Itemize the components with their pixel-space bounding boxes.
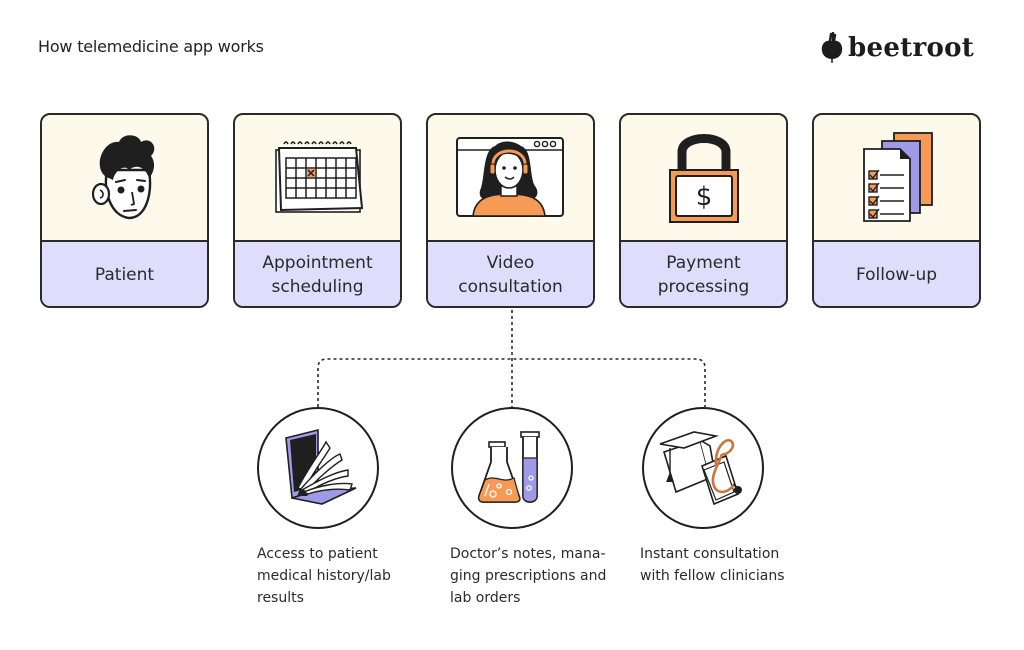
laptop-book-icon xyxy=(285,428,357,505)
feature-circle-consultation xyxy=(642,407,764,529)
feature-circle-medical-history xyxy=(257,407,379,529)
feature-description: Doctor’s notes, mana- ging prescriptions… xyxy=(450,546,607,606)
feature-description: Instant consultation with fellow clinici… xyxy=(640,546,785,584)
graduation-stethoscope-icon xyxy=(659,431,742,506)
feature-circle-prescriptions xyxy=(451,407,573,529)
lab-flask-icon xyxy=(477,431,540,503)
feature-description: Access to patient medical history/lab re… xyxy=(257,546,391,606)
